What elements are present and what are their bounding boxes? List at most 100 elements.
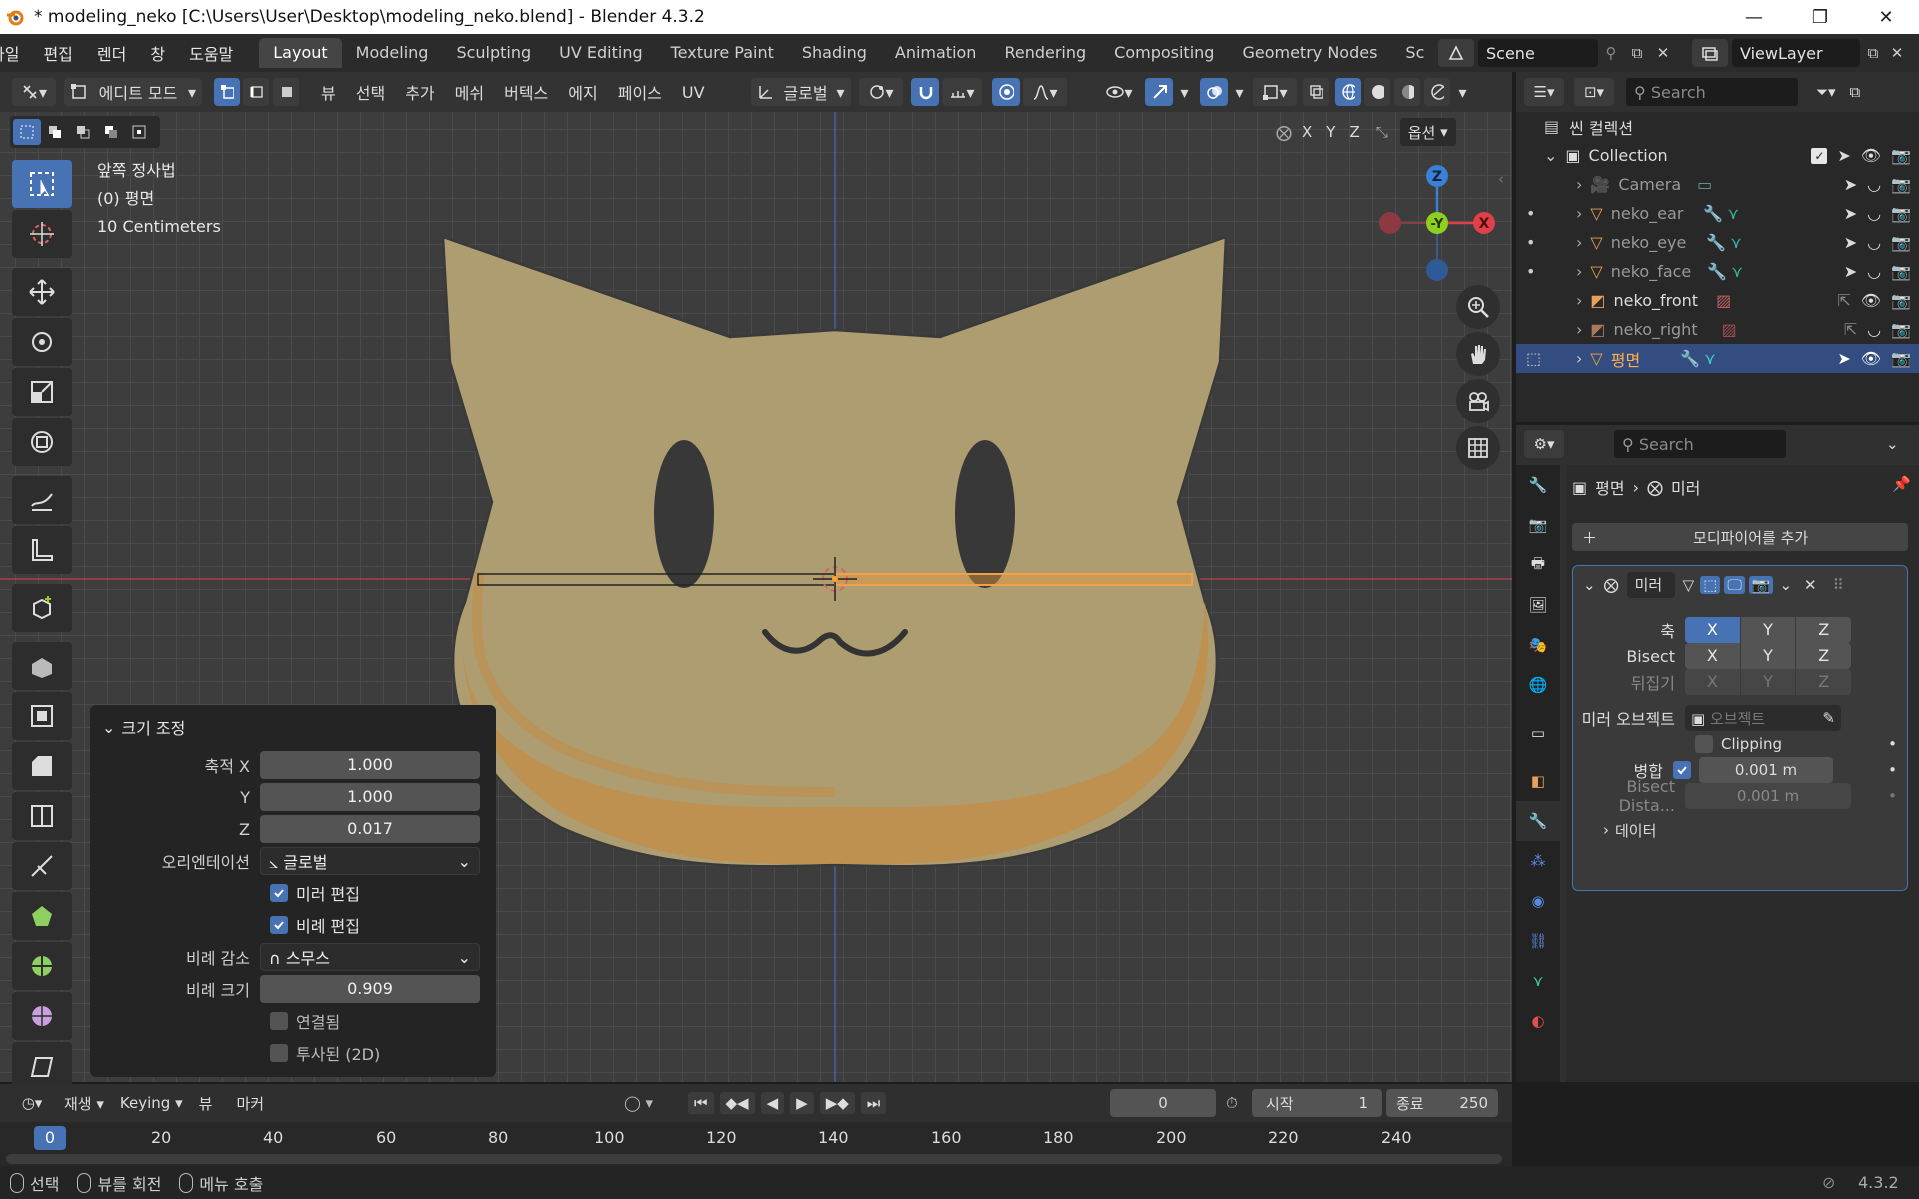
current-frame-indicator[interactable]: 0: [34, 1126, 66, 1150]
camera-render-icon[interactable]: 📷: [1891, 175, 1911, 194]
keyframe-dot-icon[interactable]: •: [1888, 735, 1897, 753]
scale-x-field[interactable]: 1.000: [260, 751, 480, 779]
tab-layout[interactable]: Layout: [259, 38, 342, 68]
selectability-dropdown[interactable]: ▾: [1097, 78, 1141, 106]
select-invert-icon[interactable]: [97, 119, 125, 145]
options-chevron-icon[interactable]: ⌄: [1886, 435, 1899, 453]
face-select-button[interactable]: [273, 78, 299, 106]
delete-scene-icon[interactable]: ✕: [1650, 44, 1676, 62]
menu-face[interactable]: 페이스: [612, 78, 668, 106]
maximize-button[interactable]: ❐: [1787, 0, 1853, 34]
vertex-select-button[interactable]: [214, 78, 240, 106]
selectable-arrow-icon[interactable]: ➤: [1837, 349, 1850, 368]
menu-vertex[interactable]: 버텍스: [498, 78, 554, 106]
pin-icon[interactable]: ⚲: [1598, 44, 1624, 62]
timeline-area[interactable]: 0 20 40 60 80 100 120 140 160 180 200 22…: [0, 1122, 1512, 1166]
edit-mode-cage-toggle[interactable]: ▽: [1683, 576, 1695, 594]
viewlayer-name-field[interactable]: ViewLayer: [1732, 39, 1860, 67]
scene-type-icon[interactable]: [1438, 39, 1474, 67]
spin-tool[interactable]: [12, 942, 72, 990]
menu-uv[interactable]: UV: [676, 78, 711, 106]
eye-hidden-icon[interactable]: ◡: [1867, 175, 1881, 194]
tab-texture-paint[interactable]: Texture Paint: [657, 38, 788, 68]
camera-render-icon[interactable]: 📷: [1891, 204, 1911, 223]
eyedropper-icon[interactable]: ✎: [1822, 709, 1835, 727]
pivot-point-dropdown[interactable]: ▾: [858, 78, 903, 106]
menu-help[interactable]: 도움말: [177, 41, 245, 65]
tab-render[interactable]: 📷: [1516, 505, 1560, 545]
render-toggle[interactable]: 📷: [1748, 576, 1774, 594]
solid-shading-button[interactable]: [1363, 78, 1390, 106]
pin-icon[interactable]: 📌: [1892, 475, 1911, 493]
drag-handle-icon[interactable]: ⠿: [1833, 576, 1844, 594]
next-keyframe-icon[interactable]: ▶◆: [819, 1092, 855, 1114]
minimize-button[interactable]: —: [1721, 0, 1787, 34]
camera-view-button[interactable]: [1456, 379, 1500, 423]
keyframe-dot-icon[interactable]: •: [1888, 761, 1897, 779]
zoom-button[interactable]: [1456, 285, 1500, 329]
proportional-edit-toggle[interactable]: [991, 78, 1020, 106]
gizmo-dropdown-icon[interactable]: ▾: [1174, 78, 1196, 106]
end-frame-field[interactable]: 종료 250: [1386, 1089, 1498, 1117]
flip-x-toggle[interactable]: X: [1685, 669, 1741, 695]
outliner-editor-type-button[interactable]: ☰▾: [1524, 78, 1564, 106]
collection-row[interactable]: ⌄ ▣ Collection ✓ ➤ 👁 📷: [1516, 141, 1919, 170]
edge-select-button[interactable]: [243, 78, 269, 106]
snap-target-dropdown[interactable]: ▾: [941, 78, 982, 106]
menu-render[interactable]: 렌더: [85, 41, 138, 65]
auto-merge-icon[interactable]: ⤡: [1376, 123, 1388, 141]
bisect-distance-field[interactable]: 0.001 m: [1685, 783, 1851, 809]
xray-toggle[interactable]: [1302, 78, 1329, 106]
bevel-tool[interactable]: [12, 742, 72, 790]
menu-mesh[interactable]: 메쉬: [449, 78, 490, 106]
overlays-toggle[interactable]: [1199, 78, 1228, 106]
camera-render-icon[interactable]: 📷: [1891, 349, 1911, 368]
snap-toggle[interactable]: [910, 78, 939, 106]
menu-add[interactable]: 추가: [399, 78, 440, 106]
proportional-falloff-dropdown[interactable]: ▾: [1022, 78, 1067, 106]
filter-icon[interactable]: ⏷▾: [1816, 83, 1836, 101]
menu-edit[interactable]: 편집: [31, 41, 84, 65]
scene-collection-row[interactable]: ▤ 씬 컬렉션: [1516, 112, 1919, 141]
scale-tool[interactable]: [12, 368, 72, 416]
tab-constraints[interactable]: ⛓: [1516, 921, 1560, 961]
outliner-item-camera[interactable]: › 🎥 Camera ▭ ➤ ◡ 📷: [1516, 170, 1919, 199]
eye-hidden-icon[interactable]: ◡: [1867, 320, 1881, 339]
mirror-edit-checkbox[interactable]: 미러 편집: [270, 881, 360, 905]
poly-build-tool[interactable]: [12, 892, 72, 940]
loop-cut-tool[interactable]: [12, 792, 72, 840]
tab-modifiers[interactable]: 🔧: [1516, 801, 1560, 841]
camera-render-icon[interactable]: 📷: [1891, 320, 1911, 339]
tab-world[interactable]: 🌐: [1516, 665, 1560, 705]
editor-type-button[interactable]: ▾: [12, 78, 56, 106]
menu-view[interactable]: 뷰: [315, 78, 342, 106]
selectable-arrow-icon[interactable]: ➤: [1837, 146, 1850, 165]
exclude-checkbox[interactable]: ✓: [1811, 147, 1828, 164]
display-mode-button[interactable]: ⊡▾: [1574, 78, 1614, 106]
tab-physics[interactable]: ◉: [1516, 881, 1560, 921]
overlays-dropdown-icon[interactable]: ▾: [1229, 78, 1251, 106]
flip-y-toggle[interactable]: Y: [1740, 669, 1797, 695]
tab-particles[interactable]: ⁂: [1516, 841, 1560, 881]
tab-scripting[interactable]: Sc: [1391, 38, 1428, 68]
tab-uv-editing[interactable]: UV Editing: [545, 38, 656, 68]
camera-render-icon[interactable]: 📷: [1891, 146, 1911, 165]
connected-checkbox[interactable]: 연결됨: [270, 1009, 340, 1033]
axis-y-toggle[interactable]: Y: [1322, 123, 1339, 141]
tab-rendering[interactable]: Rendering: [990, 38, 1100, 68]
tab-data[interactable]: ⋎: [1516, 961, 1560, 1001]
proportional-edit-checkbox[interactable]: 비례 편집: [270, 913, 360, 937]
timeline-editor-type-button[interactable]: ◷▾: [12, 1089, 52, 1117]
orientation-dropdown[interactable]: ⦣ 글로벌 ⌄: [260, 847, 480, 875]
extrude-tool[interactable]: [12, 642, 72, 690]
material-shading-button[interactable]: [1393, 78, 1420, 106]
gizmo-toggle[interactable]: [1144, 78, 1173, 106]
select-extend-icon[interactable]: [41, 119, 69, 145]
knife-tool[interactable]: [12, 842, 72, 890]
flip-z-toggle[interactable]: Z: [1796, 669, 1852, 695]
viewlayer-type-icon[interactable]: [1692, 39, 1728, 67]
tab-compositing[interactable]: Compositing: [1100, 38, 1228, 68]
move-tool[interactable]: [12, 268, 72, 316]
navigation-gizmo[interactable]: Z X -Y: [1370, 160, 1510, 294]
tab-tool[interactable]: 🔧: [1516, 465, 1560, 505]
